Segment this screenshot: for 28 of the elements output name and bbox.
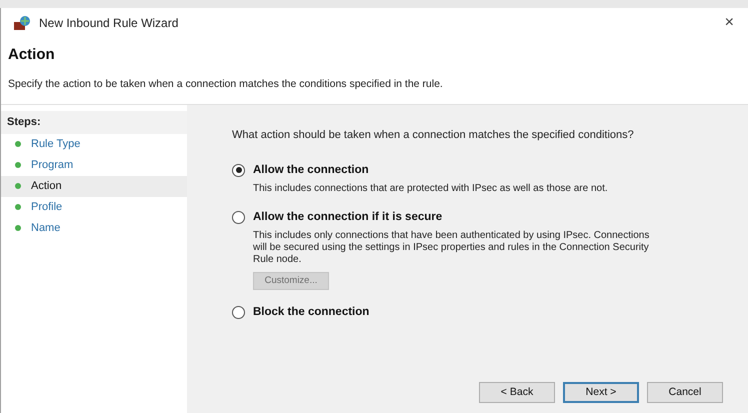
bullet-icon: [15, 225, 21, 232]
question-text: What action should be taken when a connection matches the specified conditions?: [232, 128, 635, 144]
page-title: Action: [8, 45, 56, 65]
bullet-icon: [15, 183, 21, 190]
radio-button[interactable]: [232, 164, 245, 177]
window-title: New Inbound Rule Wizard: [39, 15, 178, 32]
bullet-icon: [15, 204, 21, 210]
bullet-icon: [15, 141, 21, 148]
option-label: Allow the connection: [253, 162, 369, 178]
step-item[interactable]: Rule Type: [1, 134, 187, 155]
option-label: Allow the connection if it is secure: [253, 210, 442, 225]
wizard-button[interactable]: Next >: [563, 382, 639, 403]
wizard-button[interactable]: < Back: [479, 382, 555, 403]
bullet-icon: [15, 162, 21, 168]
step-item[interactable]: Program: [1, 154, 187, 176]
option-description: This includes connections that are protected with IPsec as well as those are not.: [253, 183, 609, 195]
step-item[interactable]: Profile: [1, 196, 187, 218]
radio-button[interactable]: [232, 211, 245, 224]
close-button[interactable]: ×: [722, 15, 736, 31]
step-item[interactable]: Name: [1, 218, 187, 239]
wizard-button[interactable]: Cancel: [647, 382, 723, 403]
option-label: Block the connection: [253, 305, 370, 320]
page-description: Specify the action to be taken when a connection matches the conditions specified in the rule.: [8, 76, 444, 92]
step-item[interactable]: Action: [1, 176, 187, 197]
radio-button[interactable]: [232, 306, 245, 320]
steps-heading: Steps:: [1, 111, 187, 134]
firewall-icon: [13, 15, 31, 31]
option-description: This includes only connections that have been authenticated by using IPsec. Connections will be secured using the settings in IPsec properties and rules in the Connection Security Rule node.: [253, 230, 650, 266]
